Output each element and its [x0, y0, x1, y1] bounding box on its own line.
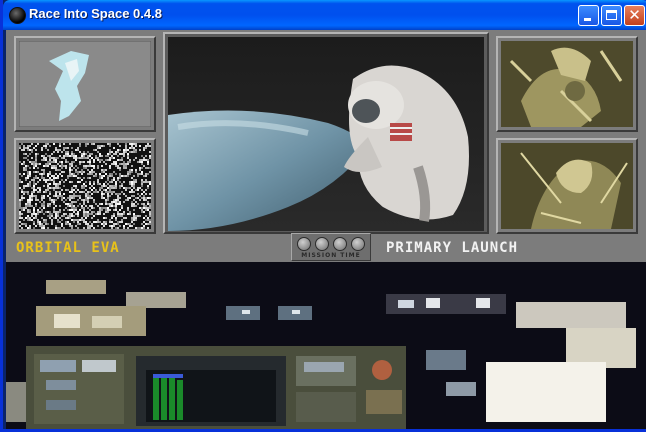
mission-time-dial-icon — [333, 237, 347, 251]
main-monitor-feed — [168, 37, 484, 231]
right-top-monitor — [496, 36, 638, 132]
close-button[interactable]: ✕ — [624, 5, 645, 26]
window-title: Race Into Space 0.4.8 — [29, 6, 162, 21]
mission-time-dial-icon — [315, 237, 329, 251]
title-bar[interactable]: Race Into Space 0.4.8 ✕ — [3, 0, 646, 30]
mission-time-panel: MISSION TIME — [291, 233, 371, 261]
control-console-image — [6, 262, 646, 429]
mission-control-room-image — [6, 262, 646, 429]
right-bottom-monitor — [496, 138, 638, 234]
main-monitor — [163, 32, 489, 234]
right-top-monitor-feed — [501, 41, 633, 127]
left-top-monitor — [14, 36, 156, 132]
close-icon: ✕ — [628, 6, 641, 24]
mission-control-screen: ORBITAL EVA MISSION TIME PRIMARY LAUNCH — [6, 30, 646, 429]
right-top-feed-image — [501, 41, 633, 127]
mission-time-label: MISSION TIME — [301, 252, 361, 259]
maximize-button[interactable] — [601, 5, 622, 26]
maximize-icon — [606, 10, 617, 20]
minimize-icon — [584, 18, 591, 21]
right-bottom-monitor-feed — [501, 143, 633, 229]
left-bottom-static-feed — [19, 143, 151, 229]
left-top-feed-image — [19, 41, 151, 127]
app-icon[interactable] — [9, 7, 26, 24]
mission-name-label: ORBITAL EVA — [16, 240, 120, 256]
static-noise-image — [19, 143, 151, 229]
minimize-button[interactable] — [578, 5, 599, 26]
left-bottom-monitor — [14, 138, 156, 234]
right-bottom-feed-image — [501, 143, 633, 229]
mission-time-dial-icon — [351, 237, 365, 251]
astronaut-eva-image — [168, 37, 484, 231]
left-top-monitor-feed — [19, 41, 151, 127]
game-window: Race Into Space 0.4.8 ✕ ORBITAL EVA MISS… — [0, 0, 646, 432]
mission-phase-label: PRIMARY LAUNCH — [386, 240, 519, 256]
mission-time-dial-icon — [297, 237, 311, 251]
